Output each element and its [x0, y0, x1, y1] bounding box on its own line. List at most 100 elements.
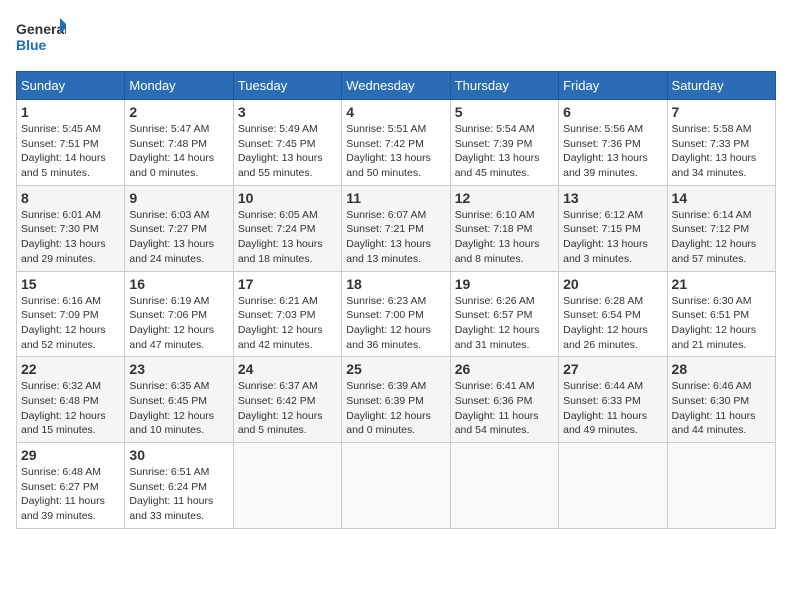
day-number: 1: [21, 104, 120, 120]
day-info: Sunrise: 6:51 AM Sunset: 6:24 PM Dayligh…: [129, 465, 228, 524]
day-info: Sunrise: 6:16 AM Sunset: 7:09 PM Dayligh…: [21, 294, 120, 353]
day-cell: 14 Sunrise: 6:14 AM Sunset: 7:12 PM Dayli…: [667, 185, 775, 271]
day-cell: 4 Sunrise: 5:51 AM Sunset: 7:42 PM Daylig…: [342, 100, 450, 186]
day-cell: 5 Sunrise: 5:54 AM Sunset: 7:39 PM Daylig…: [450, 100, 558, 186]
day-cell: [667, 443, 775, 529]
day-info: Sunrise: 6:39 AM Sunset: 6:39 PM Dayligh…: [346, 379, 445, 438]
day-cell: 25Sunrise: 6:39 AM Sunset: 6:39 PM Dayli…: [342, 357, 450, 443]
day-cell: 18 Sunrise: 6:23 AM Sunset: 7:00 PM Dayli…: [342, 271, 450, 357]
svg-text:General: General: [16, 21, 66, 37]
day-cell: [559, 443, 667, 529]
day-number: 8: [21, 190, 120, 206]
day-cell: 30 Sunrise: 6:51 AM Sunset: 6:24 PM Dayli…: [125, 443, 233, 529]
day-number: 19: [455, 276, 554, 292]
day-cell: 16Sunrise: 6:19 AM Sunset: 7:06 PM Dayli…: [125, 271, 233, 357]
day-info: Sunrise: 5:51 AM Sunset: 7:42 PM Dayligh…: [346, 122, 445, 181]
day-number: 12: [455, 190, 554, 206]
svg-text:Blue: Blue: [16, 37, 47, 53]
day-number: 24: [238, 361, 337, 377]
day-info: Sunrise: 6:05 AM Sunset: 7:24 PM Dayligh…: [238, 208, 337, 267]
day-info: Sunrise: 5:56 AM Sunset: 7:36 PM Dayligh…: [563, 122, 662, 181]
day-info: Sunrise: 6:21 AM Sunset: 7:03 PM Dayligh…: [238, 294, 337, 353]
day-info: Sunrise: 5:49 AM Sunset: 7:45 PM Dayligh…: [238, 122, 337, 181]
logo: General Blue: [16, 16, 66, 61]
day-info: Sunrise: 5:54 AM Sunset: 7:39 PM Dayligh…: [455, 122, 554, 181]
col-header-sunday: Sunday: [17, 72, 125, 100]
day-cell: 24 Sunrise: 6:37 AM Sunset: 6:42 PM Dayli…: [233, 357, 341, 443]
week-row-4: 29Sunrise: 6:48 AM Sunset: 6:27 PM Dayli…: [17, 443, 776, 529]
day-info: Sunrise: 6:28 AM Sunset: 6:54 PM Dayligh…: [563, 294, 662, 353]
day-cell: 10Sunrise: 6:05 AM Sunset: 7:24 PM Dayli…: [233, 185, 341, 271]
day-number: 5: [455, 104, 554, 120]
day-number: 18: [346, 276, 445, 292]
day-number: 7: [672, 104, 771, 120]
day-info: Sunrise: 5:58 AM Sunset: 7:33 PM Dayligh…: [672, 122, 771, 181]
day-number: 22: [21, 361, 120, 377]
week-row-2: 15 Sunrise: 6:16 AM Sunset: 7:09 PM Dayli…: [17, 271, 776, 357]
day-cell: 7 Sunrise: 5:58 AM Sunset: 7:33 PM Daylig…: [667, 100, 775, 186]
col-header-wednesday: Wednesday: [342, 72, 450, 100]
col-header-monday: Monday: [125, 72, 233, 100]
day-number: 2: [129, 104, 228, 120]
day-info: Sunrise: 6:01 AM Sunset: 7:30 PM Dayligh…: [21, 208, 120, 267]
day-number: 6: [563, 104, 662, 120]
calendar-table: SundayMondayTuesdayWednesdayThursdayFrid…: [16, 71, 776, 529]
day-info: Sunrise: 6:14 AM Sunset: 7:12 PM Dayligh…: [672, 208, 771, 267]
day-number: 28: [672, 361, 771, 377]
day-cell: [450, 443, 558, 529]
col-header-tuesday: Tuesday: [233, 72, 341, 100]
day-cell: 20 Sunrise: 6:28 AM Sunset: 6:54 PM Dayli…: [559, 271, 667, 357]
day-cell: 2 Sunrise: 5:47 AM Sunset: 7:48 PM Daylig…: [125, 100, 233, 186]
day-cell: 28 Sunrise: 6:46 AM Sunset: 6:30 PM Dayli…: [667, 357, 775, 443]
day-number: 4: [346, 104, 445, 120]
day-cell: 8 Sunrise: 6:01 AM Sunset: 7:30 PM Daylig…: [17, 185, 125, 271]
day-cell: 19Sunrise: 6:26 AM Sunset: 6:57 PM Dayli…: [450, 271, 558, 357]
day-info: Sunrise: 6:35 AM Sunset: 6:45 PM Dayligh…: [129, 379, 228, 438]
day-cell: 13 Sunrise: 6:12 AM Sunset: 7:15 PM Dayli…: [559, 185, 667, 271]
day-cell: 15 Sunrise: 6:16 AM Sunset: 7:09 PM Dayli…: [17, 271, 125, 357]
day-info: Sunrise: 5:47 AM Sunset: 7:48 PM Dayligh…: [129, 122, 228, 181]
day-number: 14: [672, 190, 771, 206]
day-info: Sunrise: 6:10 AM Sunset: 7:18 PM Dayligh…: [455, 208, 554, 267]
day-info: Sunrise: 6:07 AM Sunset: 7:21 PM Dayligh…: [346, 208, 445, 267]
day-info: Sunrise: 6:46 AM Sunset: 6:30 PM Dayligh…: [672, 379, 771, 438]
day-info: Sunrise: 5:45 AM Sunset: 7:51 PM Dayligh…: [21, 122, 120, 181]
logo-svg: General Blue: [16, 16, 66, 61]
day-info: Sunrise: 6:23 AM Sunset: 7:00 PM Dayligh…: [346, 294, 445, 353]
day-cell: 11 Sunrise: 6:07 AM Sunset: 7:21 PM Dayli…: [342, 185, 450, 271]
day-number: 13: [563, 190, 662, 206]
day-cell: [342, 443, 450, 529]
day-cell: 17 Sunrise: 6:21 AM Sunset: 7:03 PM Dayli…: [233, 271, 341, 357]
day-number: 30: [129, 447, 228, 463]
day-number: 26: [455, 361, 554, 377]
day-cell: 9Sunrise: 6:03 AM Sunset: 7:27 PM Daylig…: [125, 185, 233, 271]
day-number: 29: [21, 447, 120, 463]
day-cell: 3Sunrise: 5:49 AM Sunset: 7:45 PM Daylig…: [233, 100, 341, 186]
day-info: Sunrise: 6:44 AM Sunset: 6:33 PM Dayligh…: [563, 379, 662, 438]
day-number: 11: [346, 190, 445, 206]
day-cell: 6 Sunrise: 5:56 AM Sunset: 7:36 PM Daylig…: [559, 100, 667, 186]
day-number: 9: [129, 190, 228, 206]
day-cell: 23 Sunrise: 6:35 AM Sunset: 6:45 PM Dayli…: [125, 357, 233, 443]
day-info: Sunrise: 6:41 AM Sunset: 6:36 PM Dayligh…: [455, 379, 554, 438]
day-cell: [233, 443, 341, 529]
day-number: 15: [21, 276, 120, 292]
col-header-thursday: Thursday: [450, 72, 558, 100]
day-cell: 26 Sunrise: 6:41 AM Sunset: 6:36 PM Dayli…: [450, 357, 558, 443]
day-info: Sunrise: 6:37 AM Sunset: 6:42 PM Dayligh…: [238, 379, 337, 438]
day-number: 21: [672, 276, 771, 292]
day-number: 20: [563, 276, 662, 292]
week-row-1: 8 Sunrise: 6:01 AM Sunset: 7:30 PM Daylig…: [17, 185, 776, 271]
day-info: Sunrise: 6:19 AM Sunset: 7:06 PM Dayligh…: [129, 294, 228, 353]
day-cell: 22Sunrise: 6:32 AM Sunset: 6:48 PM Dayli…: [17, 357, 125, 443]
day-number: 17: [238, 276, 337, 292]
day-number: 23: [129, 361, 228, 377]
day-cell: 12 Sunrise: 6:10 AM Sunset: 7:18 PM Dayli…: [450, 185, 558, 271]
week-row-0: 1 Sunrise: 5:45 AM Sunset: 7:51 PM Daylig…: [17, 100, 776, 186]
day-number: 27: [563, 361, 662, 377]
day-info: Sunrise: 6:12 AM Sunset: 7:15 PM Dayligh…: [563, 208, 662, 267]
day-info: Sunrise: 6:30 AM Sunset: 6:51 PM Dayligh…: [672, 294, 771, 353]
week-row-3: 22Sunrise: 6:32 AM Sunset: 6:48 PM Dayli…: [17, 357, 776, 443]
day-cell: 29Sunrise: 6:48 AM Sunset: 6:27 PM Dayli…: [17, 443, 125, 529]
day-cell: 27 Sunrise: 6:44 AM Sunset: 6:33 PM Dayli…: [559, 357, 667, 443]
